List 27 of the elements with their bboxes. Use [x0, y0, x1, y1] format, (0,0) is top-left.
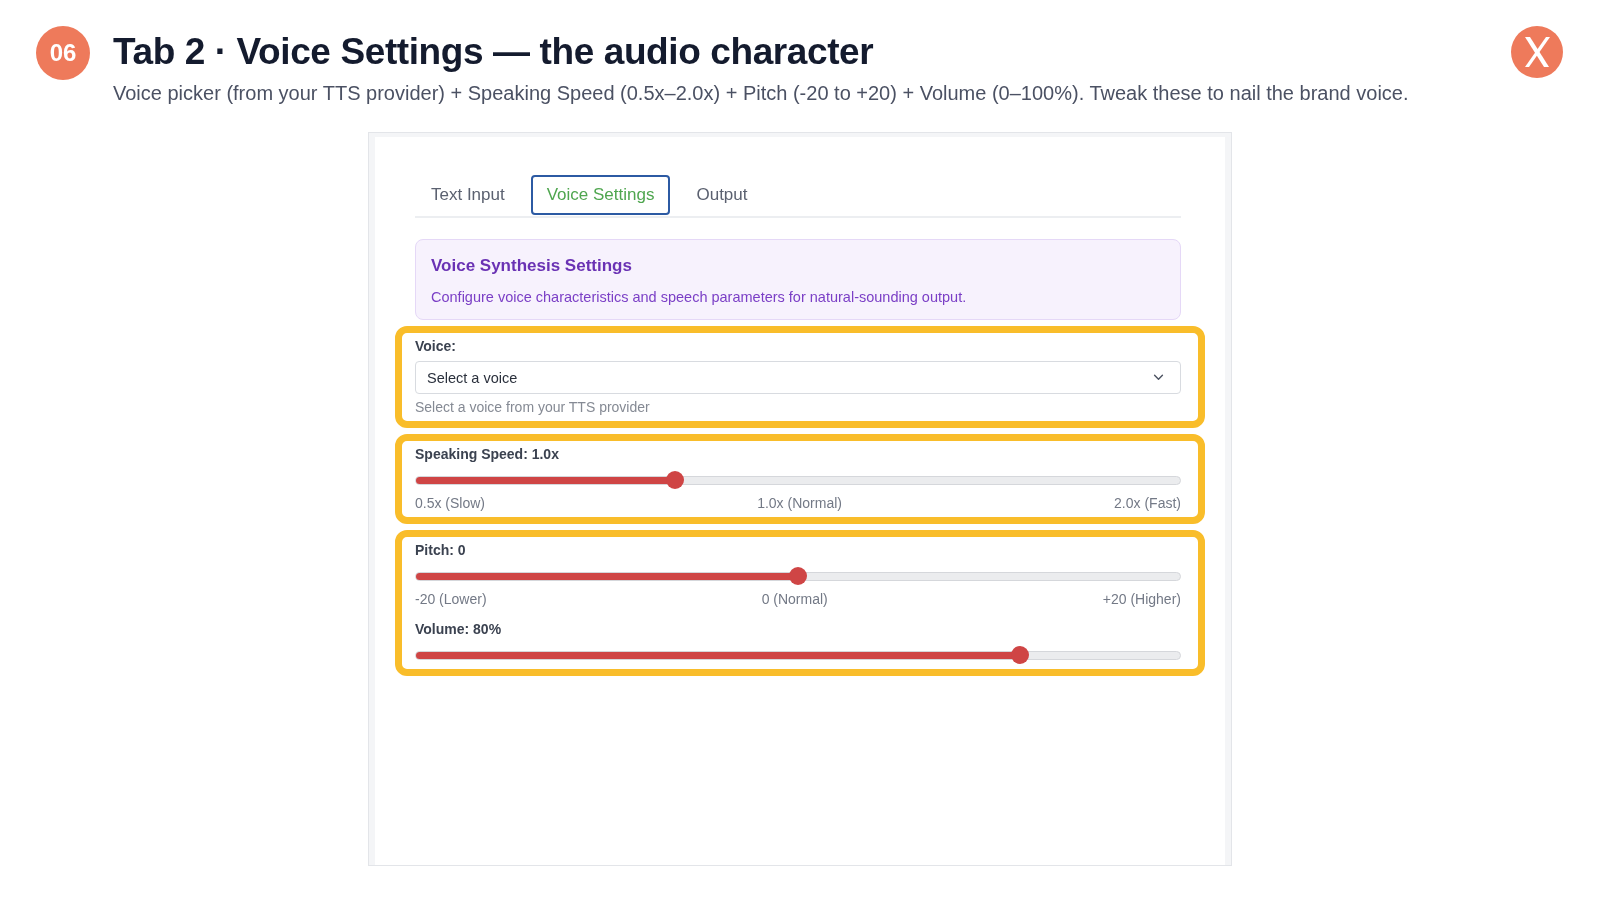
slider-thumb[interactable] [1011, 646, 1030, 664]
slide-subtitle: Voice picker (from your TTS provider) + Speaking Speed (0.5x–2.0x) + Pitch (-20 to +20) + Volume (0–100%). Tweak these to nail the brand voice. [113, 81, 1409, 105]
field-label: Voice: [415, 337, 457, 355]
scale-label: 1.0x (Normal) [757, 494, 842, 512]
chevron-down-icon [1153, 374, 1164, 381]
voice-select[interactable]: Select a voice [415, 361, 1181, 394]
field-label: Speaking Speed: 1.0x [415, 445, 560, 463]
slide-number-badge: 06 [36, 26, 90, 80]
scale-label: 0 (Normal) [761, 590, 828, 608]
slider-thumb[interactable] [789, 567, 807, 585]
slider-track[interactable] [415, 571, 1181, 581]
logo-icon [1511, 26, 1563, 78]
info-description: Configure voice characteristics and speech parameters for natural-sounding output. [431, 289, 968, 305]
slider-track[interactable] [415, 650, 1181, 660]
tab[interactable]: Output [680, 175, 764, 215]
slider-thumb[interactable] [666, 471, 685, 489]
scale-label: 2.0x (Fast) [1114, 494, 1181, 512]
info-title: Voice Synthesis Settings [431, 256, 633, 276]
scale-label: 0.5x (Slow) [415, 494, 486, 512]
field-label: Pitch: 0 [415, 541, 467, 559]
slide-title: Tab 2 · Voice Settings — the audio character [113, 31, 875, 73]
field-label: Volume: 80% [415, 620, 503, 638]
scale-label: +20 (Higher) [1102, 590, 1181, 608]
slider-track[interactable] [415, 475, 1181, 485]
scale-label: -20 (Lower) [415, 590, 487, 608]
tab[interactable]: Text Input [415, 175, 521, 215]
field-hint: Select a voice from your TTS provider [415, 398, 651, 416]
